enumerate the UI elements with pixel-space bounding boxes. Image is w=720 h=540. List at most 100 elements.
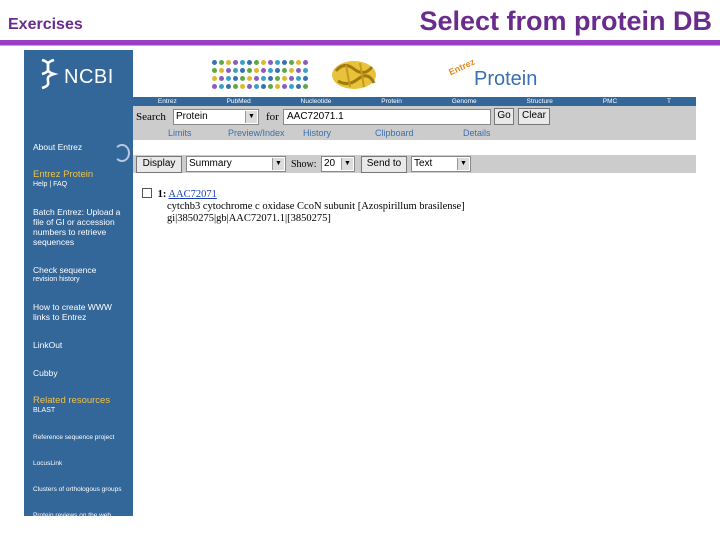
- sidebar-link[interactable]: About Entrez: [33, 142, 131, 152]
- banner-dots-row: [212, 68, 308, 73]
- sidebar-link-label: Batch Entrez: Upload a file of GI or acc…: [33, 207, 121, 247]
- show-count-select[interactable]: 20 ▼: [321, 156, 355, 172]
- result-item: 1: AAC72071 cytchb3 cytochrome c oxidase…: [142, 188, 465, 225]
- chevron-down-icon: ▼: [457, 158, 469, 170]
- sidebar-link-label: Clusters of orthologous groups: [33, 486, 122, 493]
- nav-item[interactable]: PubMed: [227, 98, 251, 105]
- banner-dot: [289, 76, 294, 81]
- nav-item[interactable]: Structure: [527, 98, 553, 105]
- banner-dot: [289, 84, 294, 89]
- nav-item[interactable]: PMC: [603, 98, 617, 105]
- result-accession-link[interactable]: AAC72071: [168, 189, 216, 200]
- banner-dot: [282, 60, 287, 65]
- banner-dot: [233, 84, 238, 89]
- entrez-word: Entrez: [447, 56, 477, 78]
- banner-dot: [233, 68, 238, 73]
- sidebar-link[interactable]: Reference sequence project: [33, 433, 131, 443]
- banner-dot: [212, 60, 217, 65]
- sidebar-link-sub[interactable]: Help | FAQ: [33, 180, 131, 189]
- format-select[interactable]: Summary ▼: [186, 156, 286, 172]
- tab-item[interactable]: History: [303, 128, 331, 138]
- banner-dot: [303, 84, 308, 89]
- database-select[interactable]: Protein ▼: [173, 109, 259, 125]
- banner-dot: [247, 76, 252, 81]
- search-label: Search: [136, 111, 166, 123]
- sidebar-link[interactable]: LinkOut: [33, 340, 131, 350]
- banner-dot: [226, 76, 231, 81]
- sidebar-link[interactable]: Clusters of orthologous groups: [33, 485, 131, 495]
- banner-dot: [212, 84, 217, 89]
- sidebar-link[interactable]: Cubby: [33, 368, 131, 378]
- sidebar-link-label: Protein reviews on the web: [33, 512, 112, 516]
- banner-dot: [219, 68, 224, 73]
- banner-dot: [296, 76, 301, 81]
- nav-item[interactable]: Genome: [452, 98, 477, 105]
- banner-dot: [296, 84, 301, 89]
- banner-dot: [275, 60, 280, 65]
- title-rule-thin: [0, 45, 720, 46]
- tab-item[interactable]: Preview/Index: [228, 128, 285, 138]
- banner-dot: [268, 60, 273, 65]
- slide-label: Exercises: [8, 16, 83, 33]
- search-input[interactable]: AAC72071.1: [283, 109, 491, 125]
- database-select-value: Protein: [176, 111, 208, 122]
- ncbi-entrez-screenshot: NCBI About Entrez Entrez Protein Help | FA…: [24, 50, 696, 516]
- result-checkbox[interactable]: [142, 188, 152, 198]
- banner-dot: [247, 60, 252, 65]
- banner-dot: [254, 60, 259, 65]
- banner-dot: [261, 68, 266, 73]
- sidebar-link-label: Reference sequence project: [33, 434, 115, 441]
- ncbi-logo-text: NCBI: [64, 66, 114, 88]
- sidebar-link-sub[interactable]: BLAST: [33, 406, 131, 415]
- clear-button[interactable]: Clear: [518, 108, 550, 125]
- result-ids: gi|3850275|gb|AAC72071.1|[3850275]: [167, 213, 331, 224]
- banner-dot: [254, 76, 259, 81]
- sidebar-link[interactable]: Protein reviews on the web: [33, 511, 131, 516]
- sidebar-link-label: LinkOut: [33, 340, 63, 350]
- show-count-value: 20: [324, 158, 336, 169]
- nav-item[interactable]: Entrez: [158, 98, 177, 105]
- sidebar-link[interactable]: Check sequence revision history: [33, 265, 131, 284]
- sidebar-link[interactable]: Related resources BLAST: [33, 396, 131, 415]
- display-button[interactable]: Display: [136, 156, 182, 173]
- for-label: for: [266, 111, 279, 123]
- banner-dot: [289, 68, 294, 73]
- banner-dots-row: [212, 60, 308, 65]
- tab-item[interactable]: Details: [463, 128, 491, 138]
- sidebar-link[interactable]: Entrez Protein Help | FAQ: [33, 170, 131, 189]
- banner-dot: [226, 84, 231, 89]
- nav-item[interactable]: Protein: [381, 98, 402, 105]
- banner-dots-row: [212, 84, 308, 89]
- banner-dot: [219, 84, 224, 89]
- sidebar-link[interactable]: LocusLink: [33, 459, 131, 469]
- banner-dot: [247, 84, 252, 89]
- chevron-down-icon: ▼: [245, 111, 257, 123]
- tab-item[interactable]: Limits: [168, 128, 192, 138]
- banner-dot: [226, 60, 231, 65]
- nav-item[interactable]: T: [667, 98, 671, 105]
- go-button[interactable]: Go: [494, 108, 514, 125]
- sidebar-link-label: Related resources: [33, 395, 111, 406]
- nav-item[interactable]: Nucleotide: [301, 98, 332, 105]
- banner-dot: [240, 60, 245, 65]
- sidebar-link[interactable]: How to create WWW links to Entrez: [33, 302, 131, 322]
- show-label: Show:: [291, 159, 317, 170]
- dna-helix-icon: [41, 58, 59, 90]
- search-tabs: Limits Preview/Index History Clipboard Detai…: [133, 128, 696, 140]
- send-to-button[interactable]: Send to: [361, 156, 407, 173]
- ncbi-logo[interactable]: NCBI: [34, 58, 130, 92]
- send-format-select[interactable]: Text ▼: [411, 156, 471, 172]
- banner-dot: [226, 68, 231, 73]
- tab-item[interactable]: Clipboard: [375, 128, 414, 138]
- banner-dot: [268, 84, 273, 89]
- banner-dot: [240, 68, 245, 73]
- format-select-value: Summary: [189, 158, 232, 169]
- top-navbar: Entrez PubMed Nucleotide Protein Genome Struc…: [133, 97, 696, 106]
- sidebar-link[interactable]: Batch Entrez: Upload a file of GI or acc…: [33, 207, 131, 247]
- banner-dot: [212, 68, 217, 73]
- banner-dot: [296, 68, 301, 73]
- banner-dot: [303, 76, 308, 81]
- banner-dot: [240, 76, 245, 81]
- sidebar-link-sub[interactable]: revision history: [33, 275, 131, 284]
- banner-dot: [303, 60, 308, 65]
